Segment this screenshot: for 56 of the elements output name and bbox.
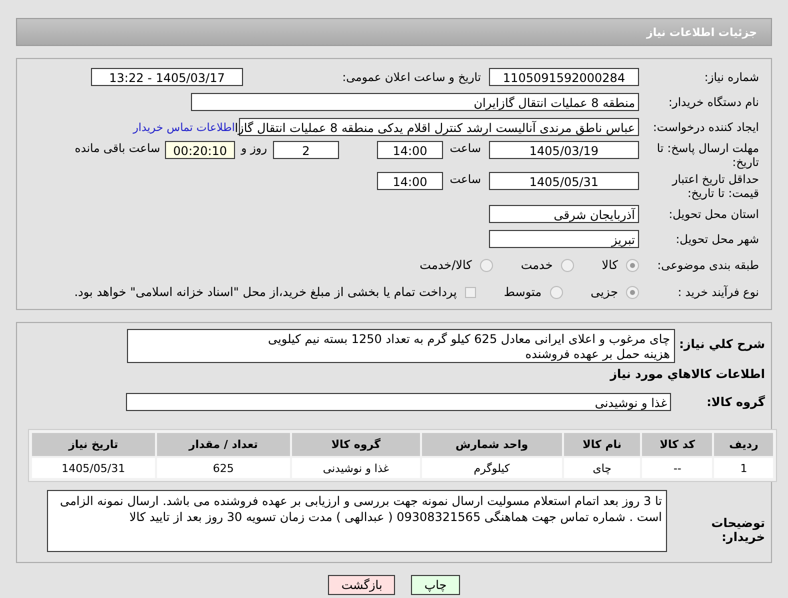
field-label: نام دستگاه خریدار: xyxy=(667,95,760,109)
table-cell: غذا و نوشیدنی xyxy=(292,458,420,478)
field-label: روز و xyxy=(241,141,267,155)
option-label: متوسط xyxy=(504,285,542,299)
province-field: آذربایجان شرقی xyxy=(489,205,639,223)
days-field: 2 xyxy=(273,141,339,159)
column-header: تعداد / مقدار xyxy=(156,433,290,456)
contact-link[interactable]: اطلاعات تماس خریدار xyxy=(133,120,235,134)
column-header: گروه کالا xyxy=(292,433,420,456)
field-label: شرح كلي نياز: xyxy=(678,336,766,351)
page-title: جزئیات اطلاعات نیاز xyxy=(646,26,757,38)
time-field: 14:00 xyxy=(377,141,443,159)
field-label: نوع فرآیند خرید : xyxy=(676,285,760,299)
table-cell: -- xyxy=(642,458,712,478)
option-label: کالا xyxy=(602,258,618,272)
buyer-org-field: منطقه 8 عملیات انتقال گازایران xyxy=(191,93,639,111)
field-label: شهر محل تحویل: xyxy=(674,232,760,246)
column-header: واحد شمارش xyxy=(422,433,562,456)
table-cell: 625 xyxy=(156,458,290,478)
date-field: 1405/05/31 xyxy=(489,172,639,190)
table-cell: 1405/05/31 xyxy=(32,458,155,478)
field-label: ساعت باقی مانده xyxy=(74,141,160,155)
field-label: ساعت xyxy=(451,172,481,186)
checkbox-label: پرداخت تمام یا بخشی از مبلغ خرید،از محل "اسناد خزانه اسلامی" خواهد بود. xyxy=(74,285,457,299)
field-label: استان محل تحویل: xyxy=(668,207,760,221)
column-header: تاریخ نیاز xyxy=(32,433,155,456)
field-label: ایجاد کننده درخواست: xyxy=(652,120,760,134)
city-field: تبریز xyxy=(489,230,639,248)
date-field: 1405/03/19 xyxy=(489,141,639,159)
field-label: حداقل تاریخ اعتبار قیمت: تا تاریخ: xyxy=(670,172,760,200)
field-label: مهلت ارسال پاسخ: تا تاریخ: xyxy=(656,141,760,169)
field-label: تاریخ و ساعت اعلان عمومی: xyxy=(341,70,481,84)
column-header: کد کالا xyxy=(642,433,712,456)
print-button[interactable]: چاپ xyxy=(411,575,460,595)
option-label: جزیی xyxy=(590,285,618,299)
option-label: کالا/خدمت xyxy=(420,258,472,272)
option-label: خدمت xyxy=(520,258,553,272)
column-header: ردیف xyxy=(714,433,773,456)
remaining-time-field: 00:20:10 xyxy=(165,141,236,159)
field-label: توضیحات خریدار: xyxy=(710,515,766,544)
field-label: ساعت xyxy=(451,141,481,155)
table-cell: چای xyxy=(564,458,640,478)
buyer-notes-box: تا 3 روز بعد اتمام استعلام مسولیت ارسال نمونه جهت بررسی و ارزیابی بر عهده فروشنده می باشد. ارسال نمونه الزامی است . شماره تماس جهت هماهنگی 09308321565 ( عبدالهی ) مدت زمان تسویه 30 روز بعد از تایید کالا xyxy=(47,490,667,552)
table-cell: 1 xyxy=(714,458,773,478)
field-label: طبقه بندی موضوعی: xyxy=(656,258,760,272)
description-box: چای مرغوب و اعلای ایرانی معادل 625 کیلو گرم به تعداد 1250 بسته نیم کیلویی هزینه حمل بر عهده فروشنده xyxy=(127,329,675,363)
column-header: نام کالا xyxy=(564,433,640,456)
table-cell: کیلوگرم xyxy=(422,458,562,478)
field-label: گروه کالا: xyxy=(706,394,766,409)
time-field: 14:00 xyxy=(377,172,443,190)
section-title: اطلاعات كالاهاي مورد نياز xyxy=(608,366,766,383)
need-number-field: 1105091592000284 xyxy=(489,68,639,86)
announce-date-field: 1405/03/17 - 13:22 xyxy=(91,68,243,86)
goods-group-field: غذا و نوشیدنی xyxy=(126,393,671,411)
back-button[interactable]: بازگشت xyxy=(328,575,396,595)
field-label: شماره نیاز: xyxy=(703,70,760,84)
